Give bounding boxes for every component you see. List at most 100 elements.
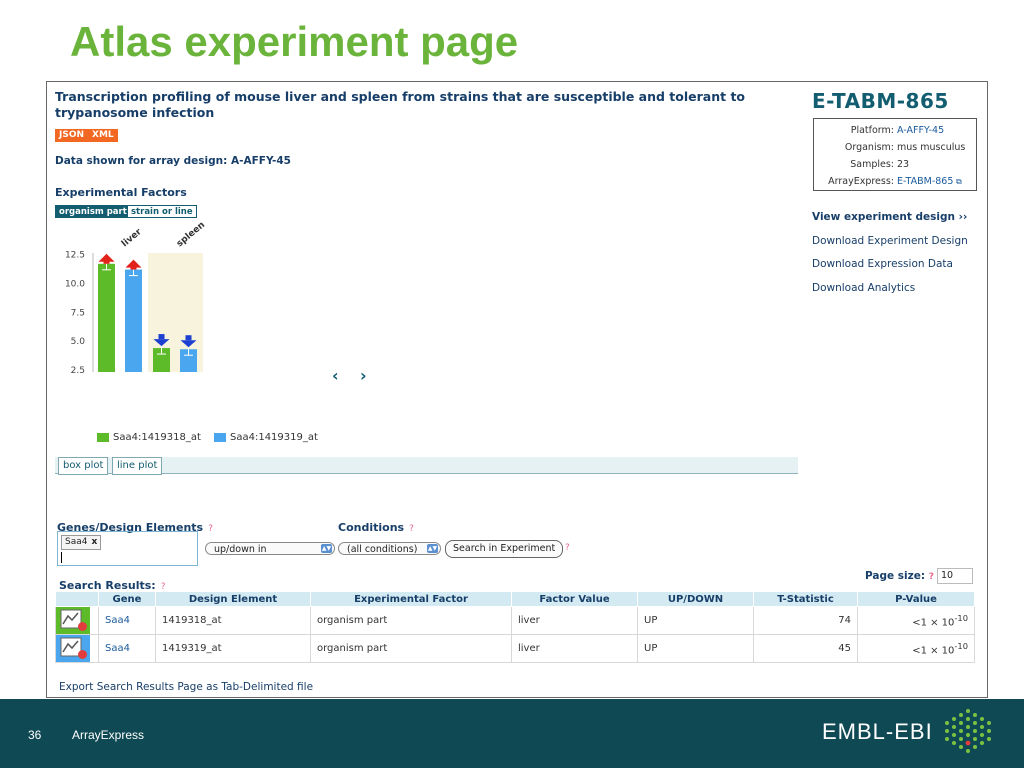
arrayexpress-link[interactable]: E-TABM-865: [894, 173, 953, 190]
column-header-gene[interactable]: Gene: [98, 591, 156, 607]
help-icon[interactable]: ?: [565, 543, 570, 553]
info-samples: Samples: 23: [850, 159, 910, 170]
design-element-cell: 1419319_at: [155, 634, 311, 663]
legend-swatch-green: [97, 433, 109, 442]
conditions-label: Conditions: [338, 521, 405, 534]
updown-cell: UP: [637, 634, 754, 663]
table-row: Saa4 1419318_at organism part liver UP 7…: [55, 606, 975, 635]
json-button[interactable]: JSON: [55, 129, 89, 142]
info-arrayexpress: ArrayExpress: E-TABM-865 ⧉: [814, 173, 976, 190]
experimental-factors-heading: Experimental Factors: [55, 186, 187, 199]
xml-button[interactable]: XML: [88, 129, 118, 142]
help-icon[interactable]: ?: [409, 524, 414, 534]
plot-tab-bar: [55, 457, 798, 474]
chart-bar: [125, 269, 142, 372]
gene-tag: Saa4 x: [61, 535, 102, 550]
category-label: liver: [120, 227, 144, 250]
select-arrows-icon: ▲▼: [427, 544, 438, 553]
search-in-experiment-button[interactable]: Search in Experiment: [445, 540, 564, 558]
help-icon[interactable]: ?: [208, 524, 213, 534]
conditions-select[interactable]: (all conditions) ▲▼: [338, 542, 441, 555]
factor-value-cell: liver: [511, 634, 638, 663]
expression-bar-chart: 12.5 10.0 7.5 5.0 2.5 liver spleen: [65, 220, 207, 376]
legend-swatch-blue: [214, 433, 226, 442]
y-tick-label: 2.5: [71, 366, 85, 376]
p-value-cell: <1 × 10-10: [857, 606, 975, 635]
chart-prev-arrow[interactable]: ‹: [332, 366, 339, 385]
page-size-label-group: Page size: ?: [865, 570, 934, 582]
experiment-accession: E-TABM-865: [812, 89, 949, 113]
array-design-label: Data shown for array design: A-AFFY-45: [55, 155, 291, 167]
view-experiment-design-link[interactable]: View experiment design ››: [812, 211, 967, 223]
factor-tab-strain-or-line[interactable]: strain or line: [127, 205, 197, 218]
chart-next-arrow[interactable]: ›: [360, 366, 367, 385]
t-statistic-cell: 74: [753, 606, 858, 635]
gene-cell[interactable]: Saa4: [98, 634, 156, 663]
down-arrow-stem: [158, 334, 165, 340]
legend-label: Saa4:1419319_at: [230, 432, 318, 443]
y-tick-label: 10.0: [65, 279, 85, 289]
slide-title: Atlas experiment page: [70, 18, 519, 65]
download-expression-data-link[interactable]: Download Expression Data: [812, 258, 953, 270]
tab-box-plot[interactable]: box plot: [58, 457, 109, 475]
up-arrow-stem: [103, 260, 110, 264]
column-header-p-value[interactable]: P-Value: [857, 591, 975, 607]
column-header-icon: [55, 591, 99, 607]
updown-cell: UP: [637, 606, 754, 635]
p-value-cell: <1 × 10-10: [857, 634, 975, 663]
download-experiment-design-link[interactable]: Download Experiment Design: [812, 235, 968, 247]
column-header-factor-value[interactable]: Factor Value: [511, 591, 638, 607]
legend-label: Saa4:1419318_at: [113, 432, 201, 443]
column-header-t-statistic[interactable]: T-Statistic: [753, 591, 858, 607]
embl-ebi-logo-text: EMBL-EBI: [822, 719, 933, 744]
tab-line-plot[interactable]: line plot: [112, 457, 163, 475]
export-results-link[interactable]: Export Search Results Page as Tab-Delimi…: [59, 681, 313, 693]
y-tick-label: 5.0: [71, 337, 86, 347]
conditions-label-group: Conditions ?: [338, 516, 414, 535]
remove-icon: [78, 650, 87, 659]
page-size-label: Page size:: [865, 570, 926, 582]
row-icon-cell[interactable]: [55, 634, 99, 663]
factor-tab-organism-part[interactable]: organism part: [55, 205, 131, 218]
select-arrows-icon: ▲▼: [321, 544, 332, 553]
embl-ebi-logo-icon: [945, 709, 991, 753]
gene-cell[interactable]: Saa4: [98, 606, 156, 635]
y-tick-label: 7.5: [71, 308, 85, 318]
legend-item-1419319: Saa4:1419319_at: [214, 432, 318, 443]
factor-cell: organism part: [310, 606, 512, 635]
external-link-icon[interactable]: ⧉: [953, 173, 962, 190]
t-statistic-cell: 45: [753, 634, 858, 663]
table-header-row: Gene Design Element Experimental Factor …: [55, 591, 975, 607]
remove-icon: [78, 622, 87, 631]
screenshot-frame: Transcription profiling of mouse liver a…: [46, 81, 988, 698]
experiment-title: Transcription profiling of mouse liver a…: [55, 89, 746, 120]
table-row: Saa4 1419319_at organism part liver UP 4…: [55, 634, 975, 663]
factor-value-cell: liver: [511, 606, 638, 635]
chart-bar: [98, 263, 115, 372]
column-header-updown[interactable]: UP/DOWN: [637, 591, 754, 607]
info-organism: Organism: mus musculus: [844, 142, 966, 153]
results-table: Gene Design Element Experimental Factor …: [55, 591, 975, 663]
page-number: 36: [28, 728, 42, 742]
gene-search-input[interactable]: Saa4 x: [57, 531, 198, 566]
slide-footer: 36 ArrayExpress EMBL-EBI: [0, 699, 1024, 768]
info-platform: Platform: A-AFFY-45: [814, 122, 976, 139]
legend-item-1419318: Saa4:1419318_at: [97, 432, 201, 443]
y-tick-label: 12.5: [65, 251, 85, 261]
expression-plot-icon[interactable]: [56, 635, 90, 662]
up-arrow-stem: [130, 266, 137, 270]
updown-select[interactable]: up/down in ▲▼: [205, 542, 335, 555]
experiment-info-box: Platform: A-AFFY-45 Organism: mus muscul…: [813, 118, 977, 191]
down-arrow-stem: [185, 335, 192, 341]
help-icon[interactable]: ?: [929, 572, 934, 582]
expression-plot-icon[interactable]: [56, 607, 90, 634]
remove-tag-icon[interactable]: x: [91, 537, 97, 547]
page-size-input[interactable]: 10: [937, 568, 973, 584]
row-icon-cell[interactable]: [55, 606, 99, 635]
download-analytics-link[interactable]: Download Analytics: [812, 282, 915, 294]
factor-cell: organism part: [310, 634, 512, 663]
category-label: spleen: [175, 220, 207, 249]
column-header-design-element[interactable]: Design Element: [155, 591, 311, 607]
column-header-experimental-factor[interactable]: Experimental Factor: [310, 591, 512, 607]
platform-link[interactable]: A-AFFY-45: [894, 122, 944, 139]
